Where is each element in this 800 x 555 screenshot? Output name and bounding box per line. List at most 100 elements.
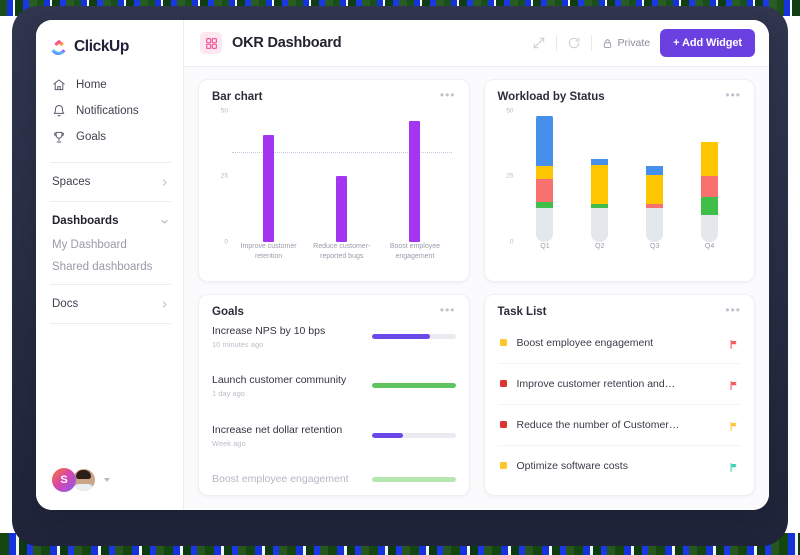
clickup-logo-icon <box>50 38 68 56</box>
bar[interactable] <box>409 121 421 242</box>
goal-progress-bar[interactable] <box>371 432 456 438</box>
bar-segment <box>536 207 554 242</box>
trophy-icon <box>52 130 66 144</box>
user-account-row[interactable]: S <box>36 468 183 510</box>
task-status-icon[interactable] <box>499 462 507 470</box>
flag-icon[interactable] <box>729 378 739 391</box>
goal-row[interactable]: Boost employee engagement <box>212 472 456 486</box>
widget-header: Goals ••• <box>212 304 456 318</box>
goal-row[interactable]: Increase NPS by 10 bps 10 minutes ago <box>212 324 456 349</box>
flag-icon[interactable] <box>729 337 739 350</box>
sidebar-divider-1 <box>50 162 171 163</box>
x-axis-label: Q4 <box>704 242 715 250</box>
goal-meta: Increase NPS by 10 bps 10 minutes ago <box>212 324 364 349</box>
bar-segment <box>701 215 719 242</box>
goal-list: Increase NPS by 10 bps 10 minutes ago Laun… <box>212 320 456 487</box>
bar-chart: 0 25 50 Improve customer retention Reduce c… <box>212 105 456 272</box>
widget-task-list: Task List ••• Boost employee engagement I… <box>483 293 755 496</box>
stacked-bar[interactable] <box>591 111 609 242</box>
task-row[interactable]: Reduce the number of Customer… <box>497 405 741 446</box>
workload-plot <box>518 111 738 242</box>
flag-icon[interactable] <box>729 460 739 473</box>
goal-name: Increase NPS by 10 bps <box>212 324 326 337</box>
bar-slot <box>627 111 682 242</box>
caret-down-icon[interactable] <box>104 478 110 482</box>
add-widget-button[interactable]: + Add Widget <box>660 29 755 57</box>
more-options-icon[interactable]: ••• <box>725 304 741 316</box>
dashboard-canvas: Bar chart ••• 0 25 50 Improve customer ret… <box>184 67 769 510</box>
goal-progress-fill <box>371 383 456 388</box>
bar-series <box>232 111 452 242</box>
sidebar-divider-2 <box>50 201 171 202</box>
goal-progress-fill <box>371 432 404 438</box>
brand-name: ClickUp <box>74 38 129 55</box>
bell-icon <box>52 104 66 118</box>
brand-logo[interactable]: ClickUp <box>36 20 183 70</box>
task-status-icon[interactable] <box>499 339 507 347</box>
bar[interactable] <box>263 134 275 242</box>
sidebar-item-label-goals: Goals <box>76 131 107 143</box>
lock-icon <box>602 38 613 49</box>
widget-title-goals: Goals <box>212 305 244 318</box>
widget-title-workload: Workload by Status <box>497 91 605 103</box>
workspace-avatar[interactable]: S <box>52 468 76 492</box>
bar-segment <box>591 164 609 204</box>
flag-icon[interactable] <box>729 419 739 432</box>
more-options-icon[interactable]: ••• <box>440 89 456 101</box>
sidebar-item-docs[interactable]: Docs <box>36 291 183 317</box>
sidebar-item-label-dashboards: Dashboards <box>52 215 119 227</box>
bar-segment <box>536 178 554 203</box>
goal-progress-bar[interactable] <box>371 383 456 388</box>
goal-progress-bar[interactable] <box>371 476 456 482</box>
task-list-body: Boost employee engagement Improve custome… <box>497 320 742 487</box>
chevron-down-icon <box>160 217 169 226</box>
stacked-bar[interactable] <box>701 111 719 242</box>
task-row[interactable]: Boost employee engagement <box>497 323 741 364</box>
primary-nav: Home Notifications Goals <box>36 70 183 156</box>
refresh-icon[interactable] <box>567 36 581 50</box>
task-row[interactable]: Improve customer retention and… <box>497 364 741 405</box>
expand-arrow-icon[interactable] <box>532 36 546 50</box>
y-axis-tick: 50 <box>506 107 514 115</box>
sidebar-item-home[interactable]: Home <box>36 72 183 98</box>
goals-body: Increase NPS by 10 bps 10 minutes ago Laun… <box>212 320 456 487</box>
sidebar-item-dashboards[interactable]: Dashboards <box>36 208 183 234</box>
bar-segment <box>536 165 554 179</box>
workload-chart-body: 0 25 50 Q1 Q2 Q3 Q4 <box>498 105 742 272</box>
sidebar-item-spaces[interactable]: Spaces <box>36 169 183 195</box>
goal-name: Increase net dollar retention <box>212 423 343 436</box>
more-options-icon[interactable]: ••• <box>440 304 456 316</box>
sidebar-item-label-notifications: Notifications <box>76 105 139 117</box>
task-row[interactable]: Optimize software costs <box>498 446 742 486</box>
goal-row[interactable]: Launch customer community 1 day ago <box>212 373 456 398</box>
chevron-right-icon <box>160 178 169 187</box>
bar-chart-plot <box>232 111 452 242</box>
main-content: OKR Dashboard Private + Add Widget Bar c… <box>184 20 769 510</box>
bar-segment <box>591 207 609 242</box>
bar-slot <box>378 111 451 242</box>
task-name: Reduce the number of Customer… <box>516 418 680 431</box>
bar-segment <box>646 174 664 204</box>
widget-header: Bar chart ••• <box>212 89 456 103</box>
task-status-icon[interactable] <box>499 380 507 388</box>
stacked-bar[interactable] <box>646 111 664 242</box>
bar[interactable] <box>336 176 348 242</box>
sidebar-item-goals[interactable]: Goals <box>36 124 183 150</box>
goal-progress-fill <box>371 333 431 339</box>
widget-row-1: Bar chart ••• 0 25 50 Improve customer ret… <box>198 79 755 282</box>
sidebar-item-notifications[interactable]: Notifications <box>36 98 183 124</box>
sidebar-divider-3 <box>50 284 171 285</box>
privacy-toggle[interactable]: Private <box>602 37 650 49</box>
sidebar-item-my-dashboard[interactable]: My Dashboard <box>36 234 183 256</box>
sidebar: ClickUp Home Notifications Goals Spaces … <box>36 20 184 510</box>
goal-row[interactable]: Increase net dollar retention Week ago <box>212 423 456 448</box>
stacked-bar[interactable] <box>536 111 554 242</box>
goal-progress-bar[interactable] <box>371 333 456 339</box>
task-status-icon[interactable] <box>499 421 507 429</box>
sidebar-item-shared-dashboards[interactable]: Shared dashboards <box>36 256 183 278</box>
widget-workload-by-status: Workload by Status ••• 0 25 50 Q1 Q2 Q3 Q4 <box>483 79 755 282</box>
widget-row-2: Goals ••• Increase NPS by 10 bps 10 minut… <box>198 293 755 496</box>
goal-timestamp: 1 day ago <box>212 389 245 398</box>
more-options-icon[interactable]: ••• <box>725 89 741 101</box>
bar-segment <box>701 142 719 177</box>
